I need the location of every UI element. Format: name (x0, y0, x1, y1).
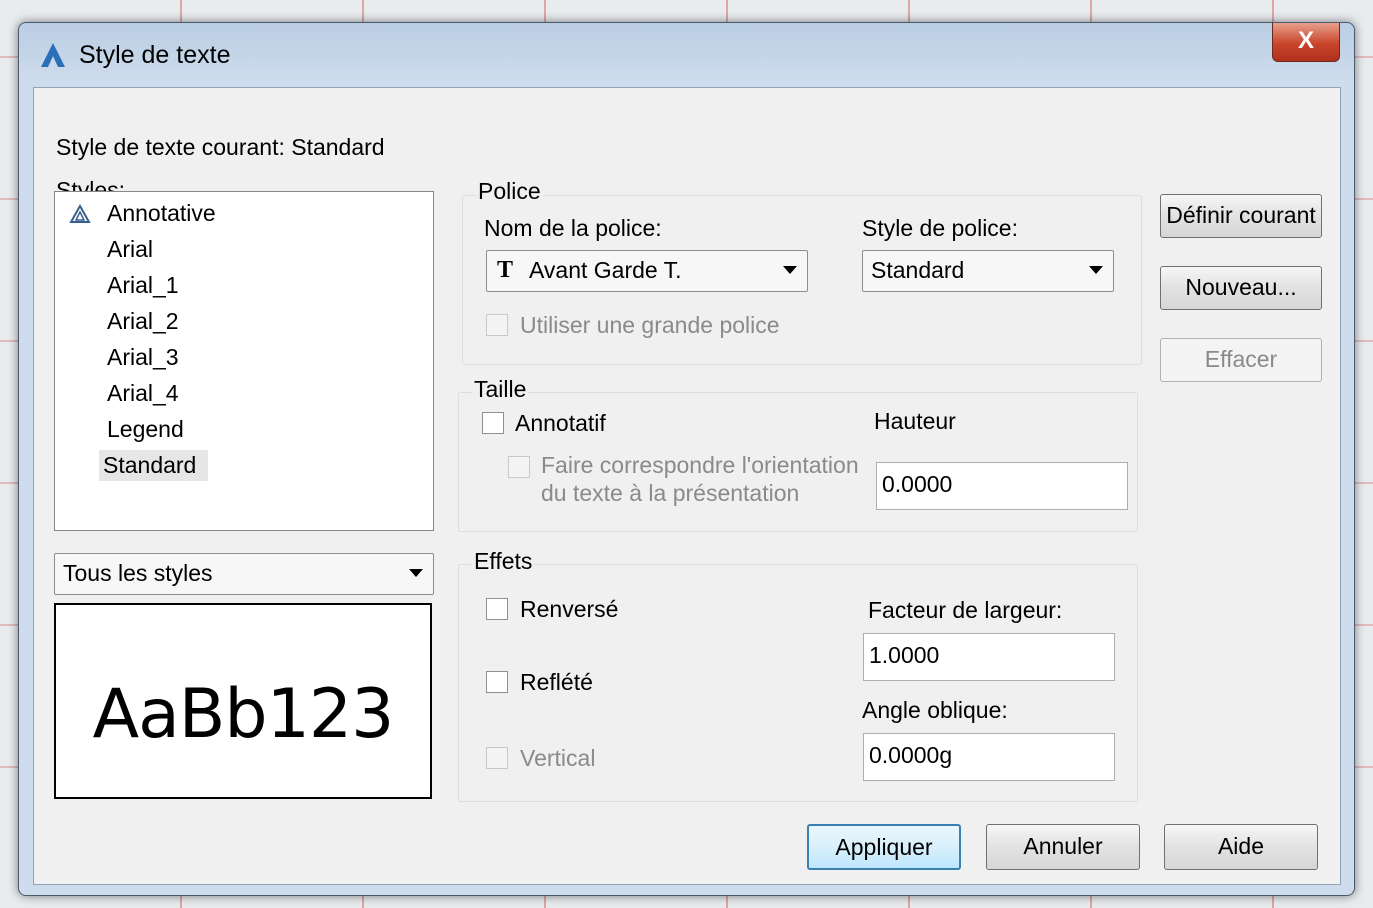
truetype-font-icon: T (497, 257, 514, 283)
effets-group-title: Effets (472, 548, 535, 575)
cancel-button[interactable]: Annuler (986, 824, 1140, 870)
annotative-checkbox[interactable] (482, 412, 504, 434)
style-item-arial[interactable]: Arial (103, 236, 157, 263)
autocad-logo-icon (41, 43, 65, 67)
style-item-legend[interactable]: Legend (103, 416, 188, 443)
chevron-down-icon (1089, 266, 1103, 274)
style-item-annotative[interactable]: Annotative (103, 200, 220, 227)
font-style-dropdown[interactable]: Standard (862, 250, 1114, 292)
font-name-dropdown[interactable]: T Avant Garde T. (486, 250, 808, 292)
new-style-button[interactable]: Nouveau... (1160, 266, 1322, 310)
backwards-label: Reflété (520, 669, 593, 695)
match-orientation-checkbox[interactable] (508, 456, 530, 478)
text-style-dialog: Style de texte X Style de texte courant:… (18, 22, 1355, 896)
vertical-checkbox[interactable] (486, 747, 508, 769)
taille-group-title: Taille (472, 376, 529, 403)
oblique-angle-label: Angle oblique: (862, 697, 1008, 723)
styles-listbox[interactable]: Annotative Arial Arial_1 Arial_2 Arial_3… (54, 191, 434, 531)
big-font-label: Utiliser une grande police (520, 312, 780, 338)
style-item-standard[interactable]: Standard (99, 450, 209, 481)
match-orientation-label-line2: du texte à la présentation (541, 480, 800, 506)
height-input[interactable]: 0.0000 (876, 462, 1128, 510)
preview-text: AaBb123 (92, 675, 395, 754)
set-current-button[interactable]: Définir courant (1160, 194, 1322, 238)
chevron-down-icon (783, 266, 797, 274)
annotative-label: Annotatif (515, 410, 606, 436)
window-title: Style de texte (79, 41, 231, 69)
chevron-down-icon (409, 569, 423, 577)
annotative-icon (69, 204, 91, 223)
backwards-checkbox[interactable] (486, 671, 508, 693)
height-label: Hauteur (874, 408, 956, 434)
font-style-value: Standard (871, 257, 965, 283)
styles-filter-dropdown[interactable]: Tous les styles (54, 553, 434, 595)
upside-down-checkbox[interactable] (486, 598, 508, 620)
styles-filter-value: Tous les styles (63, 560, 213, 586)
oblique-angle-input[interactable]: 0.0000g (863, 733, 1115, 781)
width-factor-label: Facteur de largeur: (868, 597, 1063, 623)
font-name-label: Nom de la police: (484, 215, 662, 241)
font-name-value: Avant Garde T. (529, 257, 682, 283)
style-preview: AaBb123 (54, 603, 432, 799)
match-orientation-label-line1: Faire correspondre l'orientation (541, 452, 859, 478)
upside-down-label: Renversé (520, 596, 619, 622)
style-item-arial-3[interactable]: Arial_3 (103, 344, 183, 371)
police-group-title: Police (476, 178, 543, 205)
style-item-arial-2[interactable]: Arial_2 (103, 308, 183, 335)
close-button[interactable]: X (1272, 23, 1340, 62)
current-style-label: Style de texte courant: Standard (56, 134, 385, 160)
width-factor-input[interactable]: 1.0000 (863, 633, 1115, 681)
big-font-checkbox[interactable] (486, 314, 508, 336)
help-button[interactable]: Aide (1164, 824, 1318, 870)
dialog-body: Style de texte courant: Standard Styles:… (33, 87, 1341, 885)
style-item-arial-1[interactable]: Arial_1 (103, 272, 183, 299)
vertical-label: Vertical (520, 745, 596, 771)
font-style-label: Style de police: (862, 215, 1018, 241)
apply-button[interactable]: Appliquer (807, 824, 961, 870)
style-item-arial-4[interactable]: Arial_4 (103, 380, 183, 407)
delete-style-button[interactable]: Effacer (1160, 338, 1322, 382)
